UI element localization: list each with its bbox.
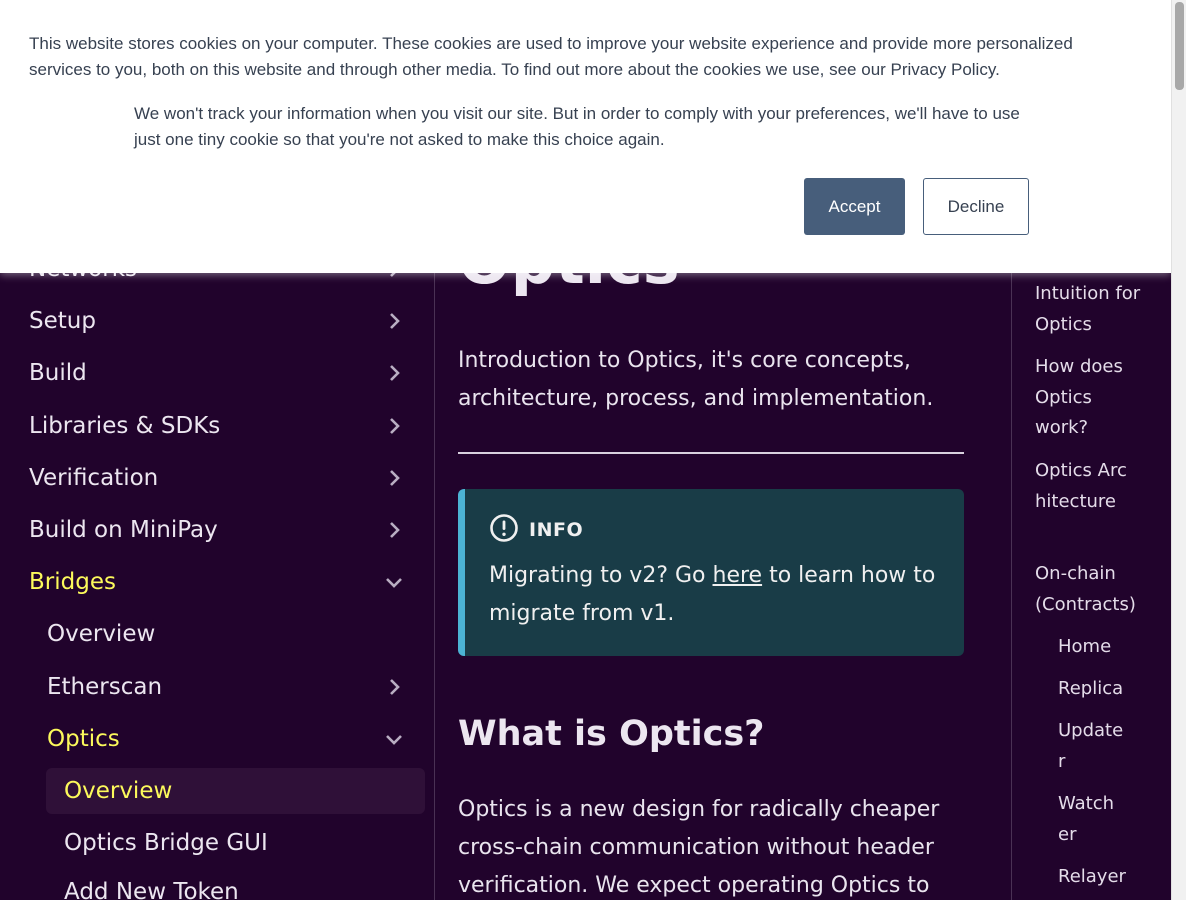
sidebar-item-bridges[interactable]: Bridges bbox=[0, 560, 435, 604]
info-title: INFO bbox=[529, 519, 584, 541]
chevron-right-icon[interactable] bbox=[382, 466, 406, 490]
toc-item-home[interactable]: Home bbox=[1058, 632, 1138, 663]
sidebar-item-label: Bridges bbox=[29, 569, 116, 595]
section-heading: What is Optics? bbox=[458, 714, 765, 754]
sidebar-item-verification[interactable]: Verification bbox=[0, 456, 435, 500]
info-text-before: Migrating to v2? Go bbox=[489, 563, 713, 588]
toc-item-watcher[interactable]: Watcher bbox=[1058, 789, 1124, 850]
toc-item-updater[interactable]: Updater bbox=[1058, 716, 1124, 777]
sidebar-item-label: Setup bbox=[29, 308, 96, 334]
chevron-down-icon[interactable] bbox=[382, 727, 406, 751]
sidebar-item-etherscan[interactable]: Etherscan bbox=[0, 665, 435, 709]
sidebar-item-optics[interactable]: Optics bbox=[0, 717, 435, 761]
sidebar-item-label: Libraries & SDKs bbox=[29, 413, 221, 439]
sidebar-item-libraries-sdks[interactable]: Libraries & SDKs bbox=[0, 404, 435, 448]
sidebar-item-label: Optics Bridge GUI bbox=[64, 830, 268, 856]
sidebar-item-label: Add New Token bbox=[64, 879, 239, 900]
sidebar-item-label: Overview bbox=[64, 778, 173, 804]
toc-item-intuition[interactable]: Intuition for Optics bbox=[1035, 279, 1145, 340]
chevron-right-icon[interactable] bbox=[382, 361, 406, 385]
sidebar-item-optics-overview[interactable]: Overview bbox=[46, 768, 425, 814]
section-paragraph: Optics is a new design for radically che… bbox=[458, 797, 940, 898]
toc-item-replica[interactable]: Replica bbox=[1058, 674, 1138, 705]
sidebar-item-build-on-minipay[interactable]: Build on MiniPay bbox=[0, 508, 435, 552]
info-body: Migrating to v2? Go here to learn how to… bbox=[489, 557, 949, 633]
sidebar-item-add-new-token[interactable]: Add New Token bbox=[0, 870, 435, 900]
sidebar-item-label: Verification bbox=[29, 465, 159, 491]
info-callout: INFO Migrating to v2? Go here to learn h… bbox=[458, 489, 964, 656]
chevron-right-icon[interactable] bbox=[382, 414, 406, 438]
toc-item-relayer[interactable]: Relayer bbox=[1058, 862, 1138, 893]
sidebar-item-bridges-overview[interactable]: Overview bbox=[0, 612, 435, 656]
sidebar-item-label: Build on MiniPay bbox=[29, 517, 218, 543]
cookie-message: This website stores cookies on your comp… bbox=[29, 34, 1073, 79]
toc-item-optics-architecture[interactable]: Optics Architecture bbox=[1035, 456, 1133, 517]
sidebar-item-label: Etherscan bbox=[47, 674, 163, 700]
toc-item-on-chain-contracts[interactable]: On-chain (Contracts) bbox=[1035, 559, 1145, 620]
chevron-down-icon[interactable] bbox=[382, 570, 406, 594]
info-header: INFO bbox=[489, 513, 583, 547]
sidebar-item-optics-bridge-gui[interactable]: Optics Bridge GUI bbox=[0, 821, 435, 865]
toc-item-how-does-optics-work[interactable]: How does Optics work? bbox=[1035, 352, 1145, 444]
divider bbox=[458, 452, 964, 454]
sidebar-item-build[interactable]: Build bbox=[0, 351, 435, 395]
cookie-preference-note: We won't track your information when you… bbox=[134, 104, 1020, 149]
sidebar-item-label: Build bbox=[29, 360, 87, 386]
info-icon bbox=[489, 513, 519, 547]
accept-button[interactable]: Accept bbox=[804, 178, 905, 235]
page-scrollbar[interactable] bbox=[1171, 0, 1186, 900]
migration-link[interactable]: here bbox=[713, 563, 763, 588]
chevron-right-icon[interactable] bbox=[382, 518, 406, 542]
page-subtitle: Introduction to Optics, it's core concep… bbox=[458, 348, 934, 411]
sidebar-item-setup[interactable]: Setup bbox=[0, 299, 435, 343]
sidebar-item-label: Optics bbox=[47, 726, 120, 752]
chevron-right-icon[interactable] bbox=[382, 309, 406, 333]
decline-button[interactable]: Decline bbox=[923, 178, 1029, 235]
scrollbar-thumb[interactable] bbox=[1175, 2, 1184, 90]
sidebar-item-label: Overview bbox=[47, 621, 156, 647]
chevron-right-icon[interactable] bbox=[382, 675, 406, 699]
cookie-banner: This website stores cookies on your comp… bbox=[0, 0, 1171, 273]
